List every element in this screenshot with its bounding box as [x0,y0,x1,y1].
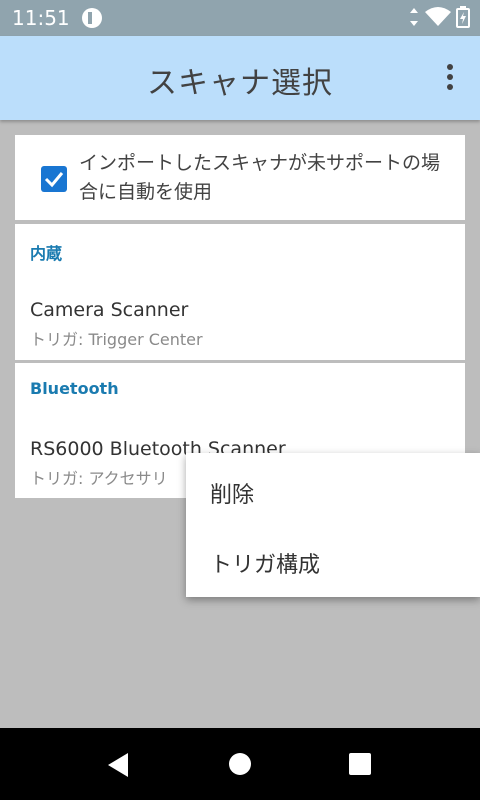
auto-use-checkbox[interactable] [41,166,67,192]
status-icons [408,6,470,30]
context-menu: 削除 トリガ構成 [186,453,480,597]
back-icon[interactable] [106,752,130,778]
section-header-bluetooth: Bluetooth [30,379,119,398]
wifi-icon [424,7,451,26]
menu-item-trigger-config[interactable]: トリガ構成 [210,547,320,579]
app-bar: スキャナ選択 [0,36,480,120]
recents-icon[interactable] [348,752,372,776]
signal-icon [409,8,418,26]
section-internal: 内蔵 Camera Scanner トリガ: Trigger Center [15,224,465,360]
auto-use-setting[interactable]: インポートしたスキャナが未サポートの場合に自動を使用 [15,135,465,220]
auto-use-label: インポートしたスキャナが未サポートの場合に自動を使用 [79,152,441,203]
check-icon [44,172,64,188]
scanner-trigger: トリガ: アクセサリ [30,469,168,488]
scanner-name: Camera Scanner [30,299,189,321]
navigation-bar [0,728,480,800]
more-vert-icon[interactable] [438,64,462,92]
status-time: 11:51 [12,6,70,30]
menu-item-delete[interactable]: 削除 [210,477,254,509]
app-notification-icon [82,8,102,28]
section-header-internal: 内蔵 [30,244,63,263]
battery-charging-icon [456,6,470,28]
status-bar: 11:51 [0,0,480,36]
page-title: スキャナ選択 [147,66,333,101]
home-icon[interactable] [228,752,252,776]
scanner-trigger: トリガ: Trigger Center [30,330,203,349]
